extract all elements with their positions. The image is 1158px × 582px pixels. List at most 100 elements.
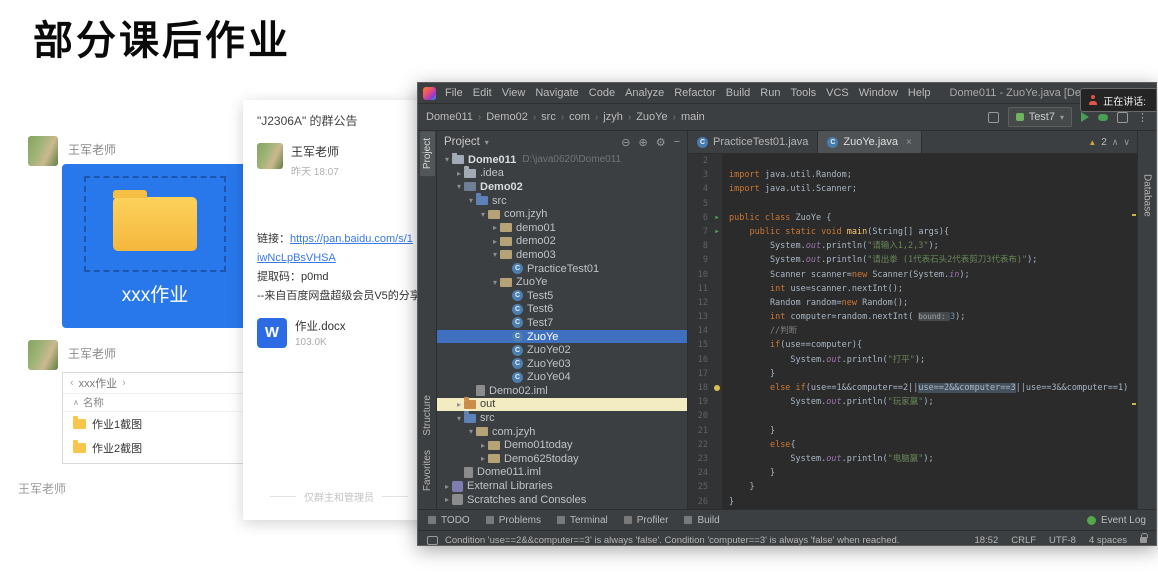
tree-item-demo01today[interactable]: ▸Demo01today	[437, 438, 687, 452]
status-message[interactable]: Condition 'use==2&&computer==3' is alway…	[445, 535, 899, 546]
close-icon[interactable]: ×	[906, 137, 912, 148]
bottom-tab-profiler[interactable]: Profiler	[624, 515, 669, 526]
tree-item-dome011-iml[interactable]: Dome011.iml	[437, 466, 687, 480]
indent-widget[interactable]: 4 spaces	[1089, 535, 1127, 546]
lock-icon[interactable]	[1140, 537, 1147, 543]
code-line[interactable]: 3import java.util.Random;	[688, 168, 1137, 182]
collapse-all-icon[interactable]: ⊕	[638, 136, 647, 149]
code-line[interactable]: 17 }	[688, 367, 1137, 381]
prev-warning-icon[interactable]: ∧	[1112, 137, 1119, 148]
attachment-name[interactable]: 作业.docx	[295, 318, 346, 334]
hide-panel-icon[interactable]: −	[674, 136, 680, 149]
menu-window[interactable]: Window	[854, 87, 903, 99]
code-line[interactable]: 18 else if(use==1&&computer==2||use==2&&…	[688, 381, 1137, 395]
code-line[interactable]: 24 }	[688, 466, 1137, 480]
tree-item-external-libraries[interactable]: ▸External Libraries	[437, 479, 687, 493]
chevron-collapsed-icon[interactable]: ▸	[442, 482, 452, 491]
code-line[interactable]: 7▶ public static void main(String[] args…	[688, 225, 1137, 239]
chevron-collapsed-icon[interactable]: ▸	[490, 237, 500, 246]
menu-analyze[interactable]: Analyze	[620, 87, 669, 99]
avatar[interactable]	[28, 340, 58, 370]
menu-file[interactable]: File	[440, 87, 468, 99]
locate-file-icon[interactable]: ⊖	[621, 136, 630, 149]
tree-item-demo01[interactable]: ▸demo01	[437, 221, 687, 235]
tree-item-demo03[interactable]: ▾demo03	[437, 248, 687, 262]
code-line[interactable]: 12 Random random=new Random();	[688, 296, 1137, 310]
code-line[interactable]: 16 System.out.println("打平");	[688, 353, 1137, 367]
chevron-collapsed-icon[interactable]: ▸	[454, 400, 464, 409]
event-log-button[interactable]: Event Log	[1087, 515, 1146, 526]
tree-item-com-jzyh[interactable]: ▾com.jzyh	[437, 425, 687, 439]
coverage-icon[interactable]	[1117, 112, 1128, 123]
code-line[interactable]: 14 //判断	[688, 324, 1137, 338]
tree-item-src[interactable]: ▾src	[437, 194, 687, 208]
settings-gear-icon[interactable]: ⚙	[656, 136, 666, 149]
chevron-expanded-icon[interactable]: ▾	[454, 182, 464, 191]
code-line[interactable]: 8 System.out.println("请输入1,2,3");	[688, 239, 1137, 253]
chevron-down-icon[interactable]: ▾	[485, 138, 489, 147]
code-line[interactable]: 11 int use=scanner.nextInt();	[688, 282, 1137, 296]
chevron-expanded-icon[interactable]: ▾	[442, 155, 452, 164]
chevron-collapsed-icon[interactable]: ▸	[442, 495, 452, 504]
code-line[interactable]: 6▶public class ZuoYe {	[688, 211, 1137, 225]
tree-item-scratches-and-consoles[interactable]: ▸Scratches and Consoles	[437, 493, 687, 507]
chevron-collapsed-icon[interactable]: ▸	[454, 169, 464, 178]
file-bubble[interactable]: xxx作业	[62, 164, 248, 328]
code-line[interactable]: 19 System.out.println("玩家赢");	[688, 395, 1137, 409]
line-ending-widget[interactable]: CRLF	[1011, 535, 1036, 546]
bottom-tab-build[interactable]: Build	[684, 515, 719, 526]
code-line[interactable]: 20	[688, 409, 1137, 423]
explorer-breadcrumb[interactable]: ‹ xxx作业 ›	[63, 373, 247, 394]
chevron-expanded-icon[interactable]: ▾	[490, 250, 500, 259]
next-warning-icon[interactable]: ∨	[1123, 137, 1130, 148]
bottom-tab-todo[interactable]: TODO	[428, 515, 470, 526]
project-panel-title[interactable]: Project	[444, 136, 480, 148]
editor-tab-zuoye-java[interactable]: CZuoYe.java×	[818, 131, 921, 153]
tool-tab-project[interactable]: Project	[420, 131, 435, 176]
tree-item-demo02[interactable]: ▸demo02	[437, 235, 687, 249]
chevron-collapsed-icon[interactable]: ▸	[478, 441, 488, 450]
code-line[interactable]: 21 }	[688, 424, 1137, 438]
chevron-collapsed-icon[interactable]: ▸	[478, 454, 488, 463]
tree-item-test5[interactable]: CTest5	[437, 289, 687, 303]
chevron-expanded-icon[interactable]: ▾	[466, 196, 476, 205]
chevron-expanded-icon[interactable]: ▾	[466, 427, 476, 436]
menu-vcs[interactable]: VCS	[821, 87, 854, 99]
more-options-icon[interactable]: ⋮	[1137, 111, 1148, 124]
back-chevron-icon[interactable]: ‹	[70, 377, 74, 389]
tree-item-demo02-iml[interactable]: Demo02.iml	[437, 384, 687, 398]
code-line[interactable]: 5	[688, 197, 1137, 211]
run-config-select[interactable]: Test7 ▾	[1008, 107, 1072, 127]
avatar[interactable]	[257, 143, 283, 169]
forward-chevron-icon[interactable]: ›	[122, 377, 126, 389]
breadcrumb-item-dome011[interactable]: Dome011	[426, 111, 473, 123]
run-button[interactable]	[1081, 112, 1089, 122]
run-gutter-icon[interactable]: ▶	[712, 225, 722, 239]
code-line[interactable]: 22 else{	[688, 438, 1137, 452]
tree-item-zuoye[interactable]: ▾ZuoYe	[437, 275, 687, 289]
menu-tools[interactable]: Tools	[785, 87, 821, 99]
menu-help[interactable]: Help	[903, 87, 936, 99]
code-line[interactable]: 2	[688, 154, 1137, 168]
tree-item-test7[interactable]: CTest7	[437, 316, 687, 330]
code-line[interactable]: 13 int computer=random.nextInt( bound: 3…	[688, 310, 1137, 324]
tool-tab-database[interactable]: Database	[1140, 167, 1155, 224]
menu-build[interactable]: Build	[721, 87, 755, 99]
tree-item-zuoye02[interactable]: CZuoYe02	[437, 343, 687, 357]
tree-item-zuoye[interactable]: CZuoYe	[437, 330, 687, 344]
run-gutter-icon[interactable]: ▶	[712, 211, 722, 225]
debug-bug-icon[interactable]	[1098, 114, 1108, 121]
editor-tab-practicetest01-java[interactable]: CPracticeTest01.java	[688, 131, 818, 153]
code-line[interactable]: 25 }	[688, 480, 1137, 494]
explorer-name-header[interactable]: ∧ 名称	[63, 394, 247, 412]
menu-view[interactable]: View	[497, 87, 531, 99]
tree-item-dome011[interactable]: ▾Dome011D:\java0620\Dome011	[437, 153, 687, 167]
breadcrumb-item-src[interactable]: src	[541, 111, 556, 123]
code-line[interactable]: 23 System.out.println("电脑赢");	[688, 452, 1137, 466]
tree-item-com-jzyh[interactable]: ▾com.jzyh	[437, 207, 687, 221]
tool-tab-structure[interactable]: Structure	[420, 388, 435, 443]
code-line[interactable]: 9 System.out.println("请出拳 (1代表石头2代表剪刀3代表…	[688, 253, 1137, 267]
tree-item-zuoye04[interactable]: CZuoYe04	[437, 371, 687, 385]
tree-item-demo02[interactable]: ▾Demo02	[437, 180, 687, 194]
build-icon[interactable]	[988, 112, 999, 123]
